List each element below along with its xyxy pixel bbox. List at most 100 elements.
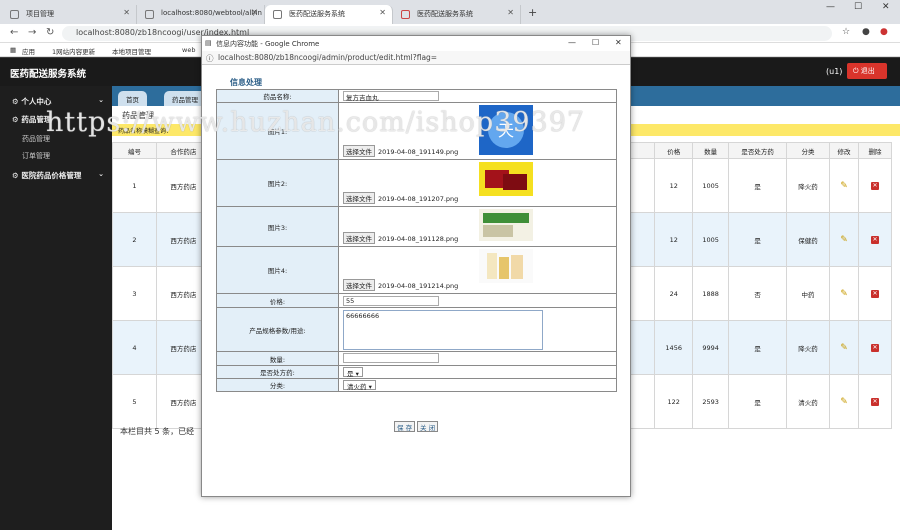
star-icon[interactable]: ☆ xyxy=(842,27,850,37)
field-label: 是否处方药: xyxy=(216,365,339,379)
table-header: 删除 xyxy=(857,142,893,159)
close-button[interactable]: 关 闭 xyxy=(417,421,439,432)
reload-icon[interactable]: ↻ xyxy=(46,27,54,38)
close-icon[interactable]: ✕ xyxy=(507,8,514,17)
browser-tab-active[interactable]: 医药配送服务系统 ✕ xyxy=(265,5,393,24)
close-icon[interactable]: ✕ xyxy=(615,38,622,47)
field-label: 产品规格参数/用途: xyxy=(216,307,339,352)
gear-icon: ⚙ xyxy=(12,97,19,106)
prescription-select[interactable]: 是 ▾ xyxy=(343,366,363,378)
table-header: 分类 xyxy=(786,142,831,159)
extension-icon[interactable]: ● xyxy=(880,27,888,37)
pencil-icon[interactable]: ✎ xyxy=(840,289,848,299)
delete-icon[interactable]: ✕ xyxy=(870,182,879,190)
field-label: 图片2: xyxy=(216,159,339,207)
image-2-preview xyxy=(479,162,533,196)
delete-icon[interactable]: ✕ xyxy=(870,344,879,352)
table-header: 数量 xyxy=(692,142,730,159)
forward-icon[interactable]: → xyxy=(28,27,36,38)
field-label: 价格: xyxy=(216,293,339,308)
field-label: 图片4: xyxy=(216,246,339,294)
pencil-icon[interactable]: ✎ xyxy=(840,235,848,245)
minimize-icon[interactable]: — xyxy=(826,2,835,12)
browser-tab[interactable]: 医药配送服务系统 ✕ xyxy=(393,5,521,24)
page-icon xyxy=(145,10,154,19)
bookmark-item[interactable]: 本地项目管理 xyxy=(112,46,151,56)
close-icon[interactable]: ✕ xyxy=(251,8,258,17)
bookmark-item[interactable]: 1网站内容更新 xyxy=(52,46,95,56)
new-tab-icon[interactable]: + xyxy=(528,6,537,19)
form-heading: 信息处理 xyxy=(230,78,262,87)
page-icon xyxy=(273,10,282,19)
dropdown-arrow-icon: ▾ xyxy=(368,382,372,391)
pagination-summary: 本栏目共 5 条，已经 xyxy=(120,427,195,436)
drug-name-input[interactable]: 复方吉血丸 xyxy=(343,90,439,102)
close-icon[interactable]: ✕ xyxy=(123,8,130,17)
field-label: 图片1: xyxy=(216,102,339,160)
current-user: (u1) xyxy=(826,67,843,76)
drug-box-icon: 天 xyxy=(488,112,524,148)
back-icon[interactable]: ← xyxy=(10,27,18,38)
save-button[interactable]: 保 存 xyxy=(394,421,416,432)
tab-drugs[interactable]: 药品管理 xyxy=(164,91,206,106)
sidebar-item-profile[interactable]: ⚙ 个人中心 ⌄ xyxy=(0,92,112,110)
maximize-icon[interactable]: ☐ xyxy=(592,38,599,47)
field-label: 数量: xyxy=(216,351,339,366)
app-title: 医药配送服务系统 xyxy=(10,69,87,80)
browser-tabstrip: 项目管理 ✕ localhost:8080/webtool/all/in ✕ 医药配… xyxy=(0,0,900,24)
drug-box-icon xyxy=(483,213,529,237)
minimize-icon[interactable]: — xyxy=(568,38,576,47)
delete-icon[interactable]: ✕ xyxy=(870,236,879,244)
chevron-down-icon: ⌄ xyxy=(98,170,104,178)
maximize-icon[interactable]: ☐ xyxy=(854,2,862,12)
bookmark-item[interactable]: 应用 xyxy=(22,46,35,56)
close-window-icon[interactable]: ✕ xyxy=(882,2,890,12)
drug-box-icon xyxy=(487,253,523,279)
apps-icon[interactable]: ▦ xyxy=(10,46,16,54)
browser-tab[interactable]: 项目管理 ✕ xyxy=(2,5,137,24)
pencil-icon[interactable]: ✎ xyxy=(840,343,848,353)
gear-icon: ⚙ xyxy=(12,171,19,180)
field-label: 图片3: xyxy=(216,206,339,247)
pencil-icon[interactable]: ✎ xyxy=(840,181,848,191)
sidebar-subitem-drug-manage[interactable]: 药品管理 xyxy=(22,134,50,144)
choose-file-button[interactable]: 选择文件 xyxy=(343,192,375,204)
table-header: 价格 xyxy=(654,142,694,159)
page-icon xyxy=(10,10,19,19)
field-label: 分类: xyxy=(216,378,339,392)
choose-file-button[interactable]: 选择文件 xyxy=(343,232,375,244)
description-textarea[interactable]: 66666666 xyxy=(343,310,543,350)
delete-icon[interactable]: ✕ xyxy=(870,398,879,406)
info-icon: ⓘ xyxy=(206,54,214,63)
popup-url: ⓘ localhost:8080/zb18ncoogi/admin/produc… xyxy=(202,51,630,65)
image-3-preview xyxy=(479,209,533,241)
tab-home[interactable]: 首页 xyxy=(118,91,147,106)
sidebar-subitem-orders[interactable]: 订单管理 xyxy=(22,151,50,161)
table-header: 编号 xyxy=(112,142,157,159)
popup-titlebar: ▤ 信息内容功能 - Google Chrome — ☐ ✕ xyxy=(202,36,630,51)
table-header: 修改 xyxy=(829,142,859,159)
page-title: 药品管理 xyxy=(122,111,154,120)
bookmark-item[interactable]: web xyxy=(182,46,195,54)
page-icon: ▤ xyxy=(205,39,212,47)
close-icon[interactable]: ✕ xyxy=(379,8,386,17)
field-label: 药品名称: xyxy=(216,89,339,103)
category-select[interactable]: 清火药 ▾ xyxy=(343,379,376,391)
choose-file-button[interactable]: 选择文件 xyxy=(343,145,375,157)
page-icon xyxy=(401,10,410,19)
sidebar-item-drugs[interactable]: ⚙ 药品管理 xyxy=(0,110,112,128)
choose-file-button[interactable]: 选择文件 xyxy=(343,279,375,291)
drug-box-icon xyxy=(485,170,527,190)
profile-icon[interactable]: ● xyxy=(862,27,870,37)
quantity-input[interactable] xyxy=(343,352,439,363)
logout-button[interactable]: ⏻ 退出 xyxy=(847,63,887,79)
dropdown-arrow-icon: ▾ xyxy=(355,369,359,378)
pencil-icon[interactable]: ✎ xyxy=(840,397,848,407)
sidebar-item-hospital-prices[interactable]: ⚙ 医院药品价格管理 ⌄ xyxy=(0,166,112,184)
image-4-preview xyxy=(479,249,533,283)
price-input[interactable]: 55 xyxy=(343,295,439,306)
browser-tab[interactable]: localhost:8080/webtool/all/in ✕ xyxy=(137,5,265,24)
edit-form: 药品名称: 复方吉血丸 图片1: 天 选择文件 2019-04-08_191149… xyxy=(216,89,617,392)
delete-icon[interactable]: ✕ xyxy=(870,290,879,298)
chevron-down-icon: ⌄ xyxy=(98,96,104,104)
